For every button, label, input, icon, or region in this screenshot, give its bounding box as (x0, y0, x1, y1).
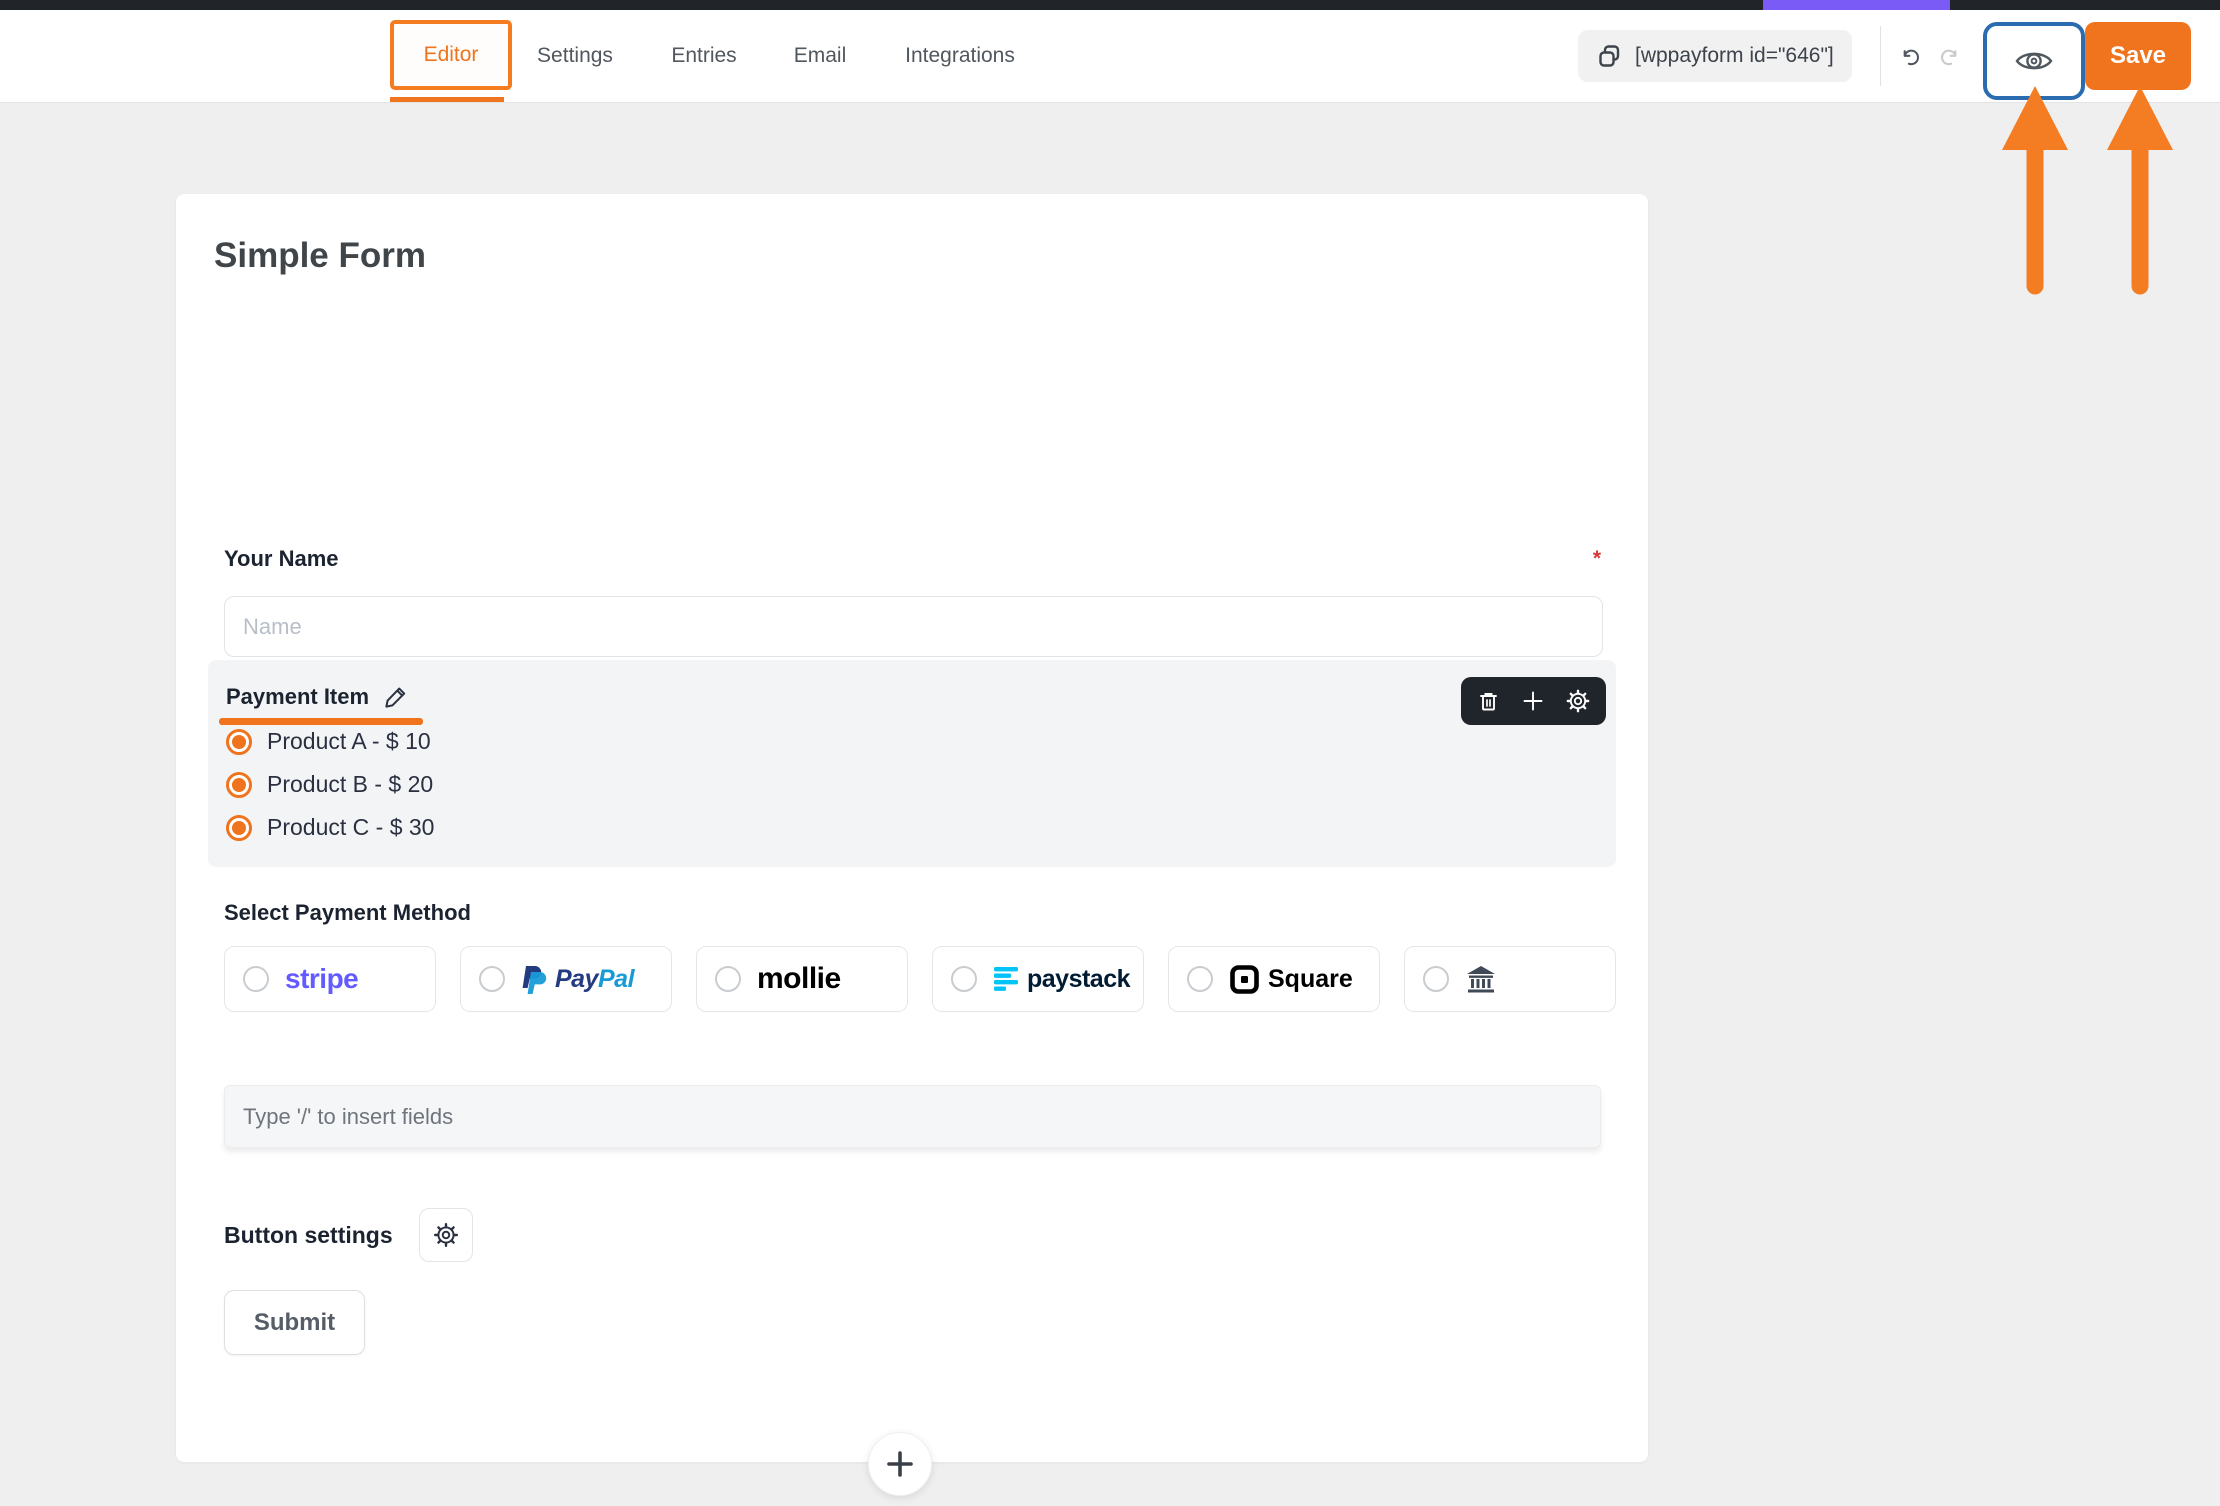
paystack-wordmark: paystack (1027, 965, 1130, 994)
radio-unselected-icon[interactable] (951, 966, 977, 992)
preview-button[interactable] (1983, 22, 2085, 100)
shortcode-text: [wppayform id="646"] (1635, 44, 1834, 68)
radio-unselected-icon[interactable] (715, 966, 741, 992)
copy-icon (1596, 43, 1623, 70)
redo-icon (1940, 43, 1962, 71)
name-field-label-row: Your Name * (224, 546, 1601, 572)
radio-selected-icon[interactable] (226, 815, 252, 841)
option-product-c[interactable]: Product C - $ 30 (226, 814, 434, 841)
tab-entries-label: Entries (671, 44, 736, 68)
plus-icon (1521, 689, 1545, 713)
method-offline-bank[interactable] (1404, 946, 1616, 1012)
stripe-logo: stripe (285, 963, 358, 995)
square-wordmark: Square (1268, 965, 1353, 994)
bank-icon (1465, 964, 1497, 994)
method-mollie[interactable]: mollie (696, 946, 908, 1012)
paystack-bars-icon (993, 965, 1019, 993)
browser-top-strip (0, 0, 2220, 10)
undo-icon (1898, 43, 1920, 71)
option-product-a[interactable]: Product A - $ 10 (226, 728, 434, 755)
option-product-a-label: Product A - $ 10 (267, 728, 431, 755)
tab-editor[interactable]: Editor (390, 20, 512, 90)
insert-fields-input[interactable]: Type '/' to insert fields (224, 1085, 1601, 1148)
method-paypal[interactable]: PayPal (460, 946, 672, 1012)
button-settings-label: Button settings (224, 1222, 393, 1249)
radio-selected-icon[interactable] (226, 729, 252, 755)
redo-button[interactable] (1934, 40, 1968, 74)
option-product-b-label: Product B - $ 20 (267, 771, 433, 798)
button-settings-gear-button[interactable] (419, 1208, 473, 1262)
delete-field-button[interactable] (1477, 690, 1500, 713)
form-title: Simple Form (214, 236, 426, 276)
method-paystack[interactable]: paystack (932, 946, 1144, 1012)
eye-icon (2014, 46, 2054, 76)
edit-pencil-icon[interactable] (383, 685, 408, 710)
payment-method-label: Select Payment Method (224, 900, 471, 926)
annotation-underline-payment-item (219, 718, 423, 725)
wppayform-editor-page: Editor Settings Entries Email Integratio… (0, 0, 2220, 1506)
gear-icon (433, 1222, 459, 1248)
tab-integrations[interactable]: Integrations (905, 10, 1015, 102)
editor-header: Editor Settings Entries Email Integratio… (0, 10, 2220, 103)
tab-settings-label: Settings (537, 44, 613, 68)
required-asterisk: * (1593, 547, 1601, 571)
gear-icon (1566, 689, 1590, 713)
active-tab-underline (390, 97, 504, 102)
trash-icon (1477, 690, 1500, 713)
form-editor-card: Simple Form Your Name * Email Address * … (176, 194, 1648, 1462)
tab-settings[interactable]: Settings (537, 10, 613, 102)
radio-unselected-icon[interactable] (243, 966, 269, 992)
tab-email[interactable]: Email (794, 10, 847, 102)
payment-item-label: Payment Item (226, 684, 369, 710)
payment-item-label-row: Payment Item (226, 684, 408, 710)
tab-email-label: Email (794, 44, 847, 68)
top-strip-purple-segment (1763, 0, 1950, 10)
add-field-button[interactable] (1521, 689, 1545, 713)
method-square[interactable]: Square (1168, 946, 1380, 1012)
option-product-b[interactable]: Product B - $ 20 (226, 771, 434, 798)
field-settings-button[interactable] (1566, 689, 1590, 713)
radio-selected-icon[interactable] (226, 772, 252, 798)
radio-unselected-icon[interactable] (1187, 966, 1213, 992)
name-input[interactable] (224, 596, 1603, 657)
radio-unselected-icon[interactable] (1423, 966, 1449, 992)
paypal-wordmark: PayPal (555, 965, 634, 994)
payment-methods-row: stripe PayPal mollie (224, 946, 1616, 1012)
field-hover-toolbar (1461, 677, 1606, 725)
name-field-label: Your Name (224, 546, 339, 572)
shortcode-copy-chip[interactable]: [wppayform id="646"] (1578, 30, 1852, 82)
annotation-arrow-save (2103, 84, 2177, 298)
insert-fields-placeholder: Type '/' to insert fields (243, 1104, 453, 1130)
method-stripe[interactable]: stripe (224, 946, 436, 1012)
add-new-field-button[interactable] (868, 1432, 932, 1496)
undo-button[interactable] (1892, 40, 1926, 74)
plus-icon (884, 1448, 916, 1480)
button-settings-row: Button settings (224, 1208, 473, 1262)
option-product-c-label: Product C - $ 30 (267, 814, 434, 841)
annotation-arrow-preview (1998, 84, 2072, 298)
save-button[interactable]: Save (2085, 22, 2191, 90)
payment-item-section[interactable]: Payment Item Product A - $ 10 Product B … (208, 660, 1616, 867)
tab-integrations-label: Integrations (905, 44, 1015, 68)
payment-item-options: Product A - $ 10 Product B - $ 20 Produc… (226, 728, 434, 841)
radio-unselected-icon[interactable] (479, 966, 505, 992)
tab-editor-label: Editor (424, 43, 479, 67)
paypal-monogram-icon (521, 964, 547, 995)
tab-entries[interactable]: Entries (671, 10, 736, 102)
header-divider (1880, 26, 1881, 86)
square-logo-icon (1229, 964, 1260, 995)
mollie-logo: mollie (757, 962, 841, 996)
submit-button-preview[interactable]: Submit (224, 1290, 365, 1355)
